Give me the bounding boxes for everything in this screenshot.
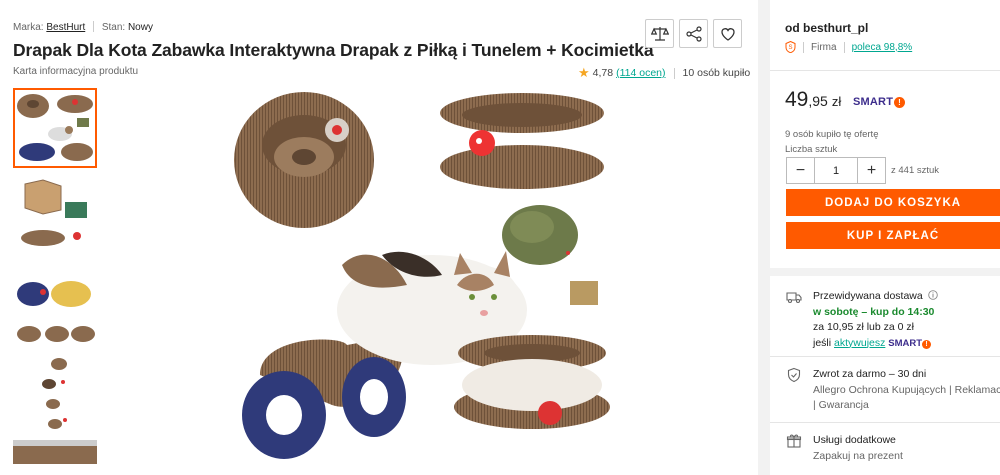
add-to-cart-button[interactable]: DODAJ DO KOSZYKA	[786, 189, 1000, 216]
returns-text: Zwrot za darmo – 30 dni Allegro Ochrona …	[813, 367, 1000, 414]
meta-divider	[93, 21, 95, 32]
quantity-input[interactable]: 1	[815, 157, 857, 184]
extra-services-text: Usługi dodatkowe Zapakuj na prezent	[813, 433, 903, 464]
thumbnail-2[interactable]	[13, 176, 97, 256]
delivery-divider	[770, 356, 1000, 357]
seller-divider-2	[843, 41, 845, 53]
delivery-day: w sobotę	[813, 305, 859, 318]
price-decimal: ,95	[808, 93, 828, 109]
price-currency: zł	[831, 94, 842, 109]
info-icon[interactable]	[927, 290, 938, 300]
product-meta: Marka: BestHurt Stan: Nowy	[13, 21, 153, 33]
price-integer: 49	[785, 88, 809, 111]
delivery-cost: za 10,95 zł lub za 0 zł	[813, 321, 914, 333]
quantity-increase-button[interactable]: +	[857, 157, 886, 184]
seller-divider-1	[803, 41, 804, 53]
favorite-button[interactable]	[713, 19, 742, 48]
main-product-image[interactable]	[232, 85, 612, 465]
gift-icon	[786, 434, 802, 448]
returns-protection[interactable]: Allegro Ochrona Kupujących | Reklamacja	[813, 383, 1000, 399]
returns-divider	[770, 422, 1000, 423]
share-button[interactable]	[679, 19, 708, 48]
reviews-link[interactable]: (114 ocen)	[616, 67, 665, 79]
delivery-title: Przewidywana dostawa	[813, 290, 923, 302]
seller-name[interactable]: od besthurt_pl	[785, 21, 868, 35]
smart-inline-label: SMART	[888, 337, 923, 349]
smart-dot-icon: !	[894, 96, 906, 108]
smart-inline-badge: SMART!	[888, 337, 932, 349]
truck-icon	[786, 292, 802, 304]
delivery-if: jeśli	[813, 336, 835, 349]
seller-recommend-link[interactable]: poleca 98,8%	[852, 42, 913, 53]
product-title: Drapak Dla Kota Zabawka Interaktywna Dra…	[13, 40, 654, 60]
smart-label: SMART	[853, 96, 894, 108]
gift-wrap-option[interactable]: Zapakuj na prezent	[813, 449, 903, 465]
condition-label: Stan:	[101, 22, 126, 33]
brand-label: Marka:	[13, 22, 44, 33]
thumbnail-3[interactable]	[13, 272, 97, 352]
rating-divider	[673, 67, 675, 79]
activate-smart-link[interactable]: aktywujesz	[834, 337, 885, 349]
info-card-link[interactable]: Karta informacyjna produktu	[13, 66, 138, 77]
rating-summary: ★ 4,78 (114 ocen) 10 osób kupiło	[578, 65, 750, 81]
returns-warranty[interactable]: | Gwarancja	[813, 398, 1000, 414]
quantity-label: Liczba sztuk	[785, 144, 838, 155]
shield-icon	[787, 367, 801, 383]
seller-divider	[770, 70, 1000, 71]
compare-button[interactable]	[645, 19, 674, 48]
brand-link[interactable]: BestHurt	[46, 22, 85, 33]
seller-badge-icon: S	[785, 41, 796, 53]
price: 49,95 zł	[785, 88, 841, 112]
smart-badge: SMART!	[853, 96, 906, 108]
returns-title: Zwrot za darmo – 30 dni	[813, 368, 927, 380]
delivery-text: Przewidywana dostawa w sobotę – kup do 1…	[813, 289, 938, 351]
smart-inline-dot-icon: !	[922, 339, 932, 349]
quantity-decrease-button[interactable]: −	[786, 157, 815, 184]
bought-count: 10 osób kupiło	[682, 67, 751, 79]
buy-now-button[interactable]: KUP I ZAPŁAĆ	[786, 222, 1000, 249]
offer-bought-count: 9 osób kupiło tę ofertę	[785, 129, 879, 140]
compare-scale-icon	[650, 26, 669, 41]
delivery-order-by: – kup do 14:30	[858, 305, 935, 318]
thumbnail-1[interactable]	[13, 88, 97, 168]
thumbnail-4[interactable]	[13, 354, 97, 434]
seller-info: S Firma poleca 98,8%	[785, 41, 912, 53]
extra-services-title: Usługi dodatkowe	[813, 434, 896, 446]
seller-type: Firma	[811, 41, 837, 53]
heart-icon	[720, 27, 735, 41]
star-icon: ★	[578, 65, 590, 80]
share-icon	[685, 25, 702, 42]
quantity-stepper: − 1 +	[786, 157, 886, 184]
rating-value: 4,78	[592, 67, 614, 79]
thumbnail-5[interactable]	[13, 440, 97, 464]
condition-value: Nowy	[127, 22, 153, 33]
quantity-available: z 441 sztuk	[891, 165, 940, 176]
svg-text:S: S	[788, 45, 792, 51]
